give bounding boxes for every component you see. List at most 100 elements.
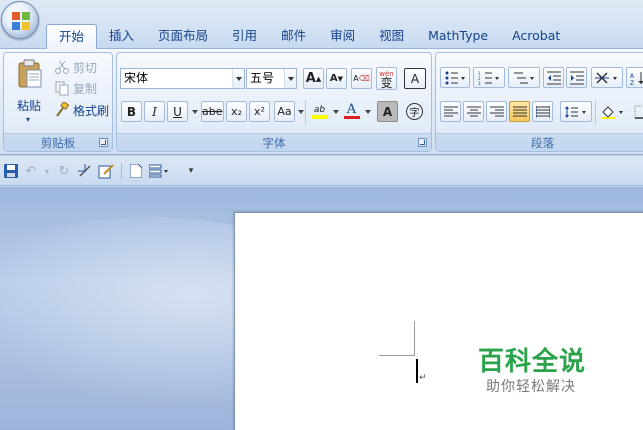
distributed-button[interactable] <box>532 101 553 122</box>
enclose-characters-label: 字 <box>406 103 423 120</box>
tab-mailings[interactable]: 邮件 <box>269 24 318 49</box>
watermark-subtitle: 助你轻松解决 <box>486 379 576 395</box>
justify-icon <box>512 106 527 116</box>
borders-button[interactable] <box>630 101 643 122</box>
repeat-icon: ↻ <box>58 163 70 179</box>
align-left-button[interactable] <box>440 101 461 122</box>
paste-label: 粘贴 <box>16 99 41 113</box>
border-icon <box>634 105 643 119</box>
shrink-font-button[interactable]: A ▼ <box>326 68 347 89</box>
clipboard-dialog-launcher[interactable] <box>99 138 108 147</box>
font-color-swatch <box>343 116 360 119</box>
line-spacing-icon <box>565 105 586 118</box>
font-color-button[interactable]: A <box>341 101 362 122</box>
chinese-layout-button[interactable] <box>591 67 623 88</box>
copy-label: 复制 <box>73 81 98 96</box>
tab-home[interactable]: 开始 <box>46 24 98 49</box>
numbered-list-icon: 123 <box>478 71 499 85</box>
character-border-button[interactable]: A <box>404 68 426 89</box>
chevron-down-icon[interactable] <box>284 69 296 88</box>
sort-button[interactable]: AZ <box>626 67 643 88</box>
character-shading-button[interactable]: A <box>377 101 398 122</box>
grow-font-label: A <box>305 71 316 86</box>
font-size-combo[interactable]: 五号 <box>246 68 297 89</box>
shrink-font-label: A <box>329 73 338 84</box>
customize-qat-button[interactable]: ▾ <box>182 162 200 180</box>
superscript-label: x² <box>254 105 265 118</box>
chevron-down-icon[interactable] <box>298 110 304 114</box>
svg-text:Z: Z <box>630 80 634 85</box>
new-document-button[interactable] <box>127 162 145 180</box>
font-name-combo[interactable]: 宋体 <box>120 68 245 89</box>
chevron-down-icon: ▾ <box>44 166 49 176</box>
ribbon-tab-strip: 开始 插入 页面布局 引用 邮件 审阅 视图 MathType Acrobat <box>0 0 643 49</box>
distributed-icon <box>535 105 550 118</box>
superscript-button[interactable]: x² <box>249 101 270 122</box>
cut-button[interactable]: 剪切 <box>54 57 97 77</box>
margin-marker <box>379 355 414 356</box>
character-border-label: A <box>410 71 420 86</box>
tab-mathtype[interactable]: MathType <box>416 24 500 49</box>
print-layout-button[interactable] <box>148 162 170 180</box>
phonetic-guide-button[interactable]: wén 变 <box>376 67 397 90</box>
clipboard-group-label: 剪贴板 <box>4 133 112 151</box>
tab-insert[interactable]: 插入 <box>97 24 146 49</box>
increase-indent-button[interactable] <box>566 67 587 88</box>
change-case-button[interactable]: Aa <box>274 101 295 122</box>
italic-button[interactable]: I <box>144 101 165 122</box>
align-right-button[interactable] <box>486 101 507 122</box>
grow-font-button[interactable]: A ▲ <box>303 68 324 89</box>
tab-view[interactable]: 视图 <box>367 24 416 49</box>
quick-access-toolbar: ↶ ▾ ↻ ▾ <box>0 156 643 186</box>
chevron-down-icon[interactable] <box>365 110 371 114</box>
align-center-icon <box>466 106 481 116</box>
highlight-button[interactable]: ab <box>309 101 330 122</box>
copy-icon <box>54 80 70 96</box>
paragraph-group: 123 AZ 段落 <box>435 52 643 152</box>
document-workspace: ↵ 百科全说 助你轻松解决 <box>0 187 643 430</box>
undo-dropdown[interactable]: ▾ <box>38 162 56 180</box>
tab-acrobat[interactable]: Acrobat <box>500 24 572 49</box>
bold-button[interactable]: B <box>121 101 142 122</box>
scissors-icon <box>54 59 70 75</box>
separator <box>595 100 596 124</box>
align-center-button[interactable] <box>463 101 484 122</box>
clear-formatting-button[interactable]: A⌫ <box>351 68 372 89</box>
decrease-indent-button[interactable] <box>543 67 564 88</box>
tab-references[interactable]: 引用 <box>220 24 269 49</box>
shading-button[interactable] <box>598 101 628 122</box>
tab-page-layout[interactable]: 页面布局 <box>146 24 220 49</box>
page-layout-icon <box>149 164 168 178</box>
chevron-down-icon[interactable] <box>192 110 198 114</box>
save-button[interactable] <box>2 162 20 180</box>
tab-review[interactable]: 审阅 <box>318 24 367 49</box>
font-dialog-launcher[interactable] <box>418 138 427 147</box>
ribbon-tabs: 开始 插入 页面布局 引用 邮件 审阅 视图 MathType Acrobat <box>46 24 572 49</box>
multilevel-list-button[interactable] <box>508 67 540 88</box>
margin-marker <box>414 321 415 356</box>
office-button[interactable] <box>1 1 39 39</box>
copy-button[interactable]: 复制 <box>54 78 97 98</box>
line-spacing-button[interactable] <box>560 101 592 122</box>
numbering-button[interactable]: 123 <box>473 67 505 88</box>
svg-text:A: A <box>630 73 635 80</box>
font-name-value: 宋体 <box>124 71 149 85</box>
underline-button[interactable]: U <box>167 101 188 122</box>
bullets-button[interactable] <box>440 67 470 88</box>
ribbon: 粘贴 ▾ 剪切 复制 格式刷 剪贴板 宋体 五号 A ▲ A ▼ A⌫ wén … <box>0 49 643 155</box>
bullet-list-icon <box>445 71 465 84</box>
subscript-button[interactable]: x₂ <box>226 101 247 122</box>
table-draw-button[interactable] <box>76 162 94 180</box>
enclose-characters-button[interactable]: 字 <box>404 101 425 122</box>
paste-button[interactable]: 粘贴 ▾ <box>9 57 49 127</box>
chevron-down-icon[interactable] <box>232 69 244 88</box>
repeat-button[interactable]: ↻ <box>55 162 73 180</box>
strikethrough-button[interactable]: abe <box>201 101 224 122</box>
edit-button[interactable] <box>97 162 115 180</box>
format-painter-button[interactable]: 格式刷 <box>54 100 109 120</box>
justify-button[interactable] <box>509 101 530 122</box>
document-page[interactable]: ↵ 百科全说 助你轻松解决 <box>234 212 643 430</box>
chevron-down-icon[interactable] <box>333 110 339 114</box>
separator <box>305 100 306 124</box>
subscript-label: x₂ <box>231 105 242 118</box>
